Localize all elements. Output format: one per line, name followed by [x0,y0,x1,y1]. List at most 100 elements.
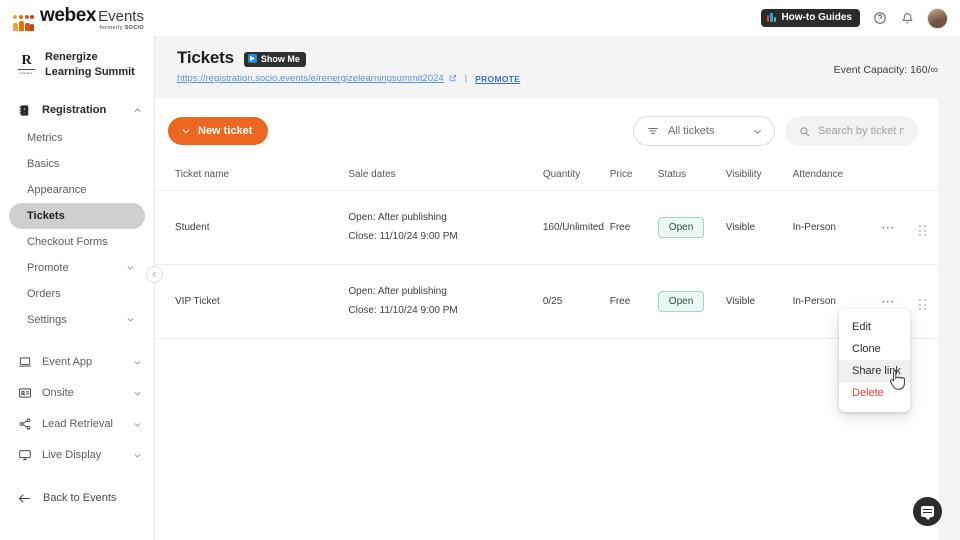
tickets-table-body: Student Open: After publishing Close: 11… [155,190,938,339]
sidebar-item-live-display[interactable]: Live Display [0,440,154,471]
sidebar-item-event-app[interactable]: Event App [0,347,154,378]
sidebar-item-label: Lead Retrieval [42,418,113,431]
app-root: webex Events formerly SOCIO How-to Guides [0,0,960,540]
external-link-icon[interactable] [449,74,457,82]
registration-icon [17,103,32,118]
sidebar-item-label: Onsite [42,387,74,400]
tickets-table-head: Ticket name Sale dates Quantity Price St… [155,161,938,191]
page-header: Tickets ▶ Show Me https://registration.s… [155,36,960,98]
search-input[interactable] [818,125,904,137]
chevron-up-icon [133,106,142,115]
new-ticket-button[interactable]: New ticket [168,117,269,145]
chevron-down-icon [126,263,135,272]
sidebar-item-orders[interactable]: Orders [9,281,145,307]
chevron-down-icon [133,358,142,367]
cell-open-date: Open: After publishing [348,212,447,223]
cell-visibility: Visible [725,190,793,265]
cell-sale-dates: Open: After publishing Close: 11/10/24 9… [348,190,543,265]
sidebar-item-label: Live Display [42,449,102,462]
column-header-price: Price [609,169,633,180]
sidebar-item-tickets[interactable]: Tickets [9,202,145,229]
show-me-icon: ▶ [247,54,257,63]
share-nodes-icon [17,417,32,432]
logo-webex-text: webex [40,5,97,27]
badge-icon [17,386,32,401]
tickets-table: Ticket name Sale dates Quantity Price St… [155,161,938,339]
ticket-filter-select[interactable]: All tickets [633,116,775,146]
right-gutter [938,36,960,540]
sidebar-item-appearance[interactable]: Appearance [9,177,145,203]
chevron-down-icon [133,420,142,429]
promote-link[interactable]: PROMOTE [475,74,520,84]
logo-formerly-socio: formerly SOCIO [99,25,144,32]
page-title-row: Tickets ▶ Show Me [177,48,938,68]
sidebar-item-label: Orders [27,287,61,300]
cell-quantity: 0/25 [542,264,610,339]
context-menu-item-clone[interactable]: Clone [839,338,910,360]
cell-price: Free [609,190,658,265]
status-badge[interactable]: Open [657,217,705,238]
sidebar-item-label: Tickets [27,209,65,222]
cell-attendance: In-Person [792,190,870,265]
sidebar-back-label: Back to Events [43,492,117,505]
sidebar-group-label: Registration [42,104,107,117]
column-header-status: Status [657,169,687,180]
cell-close-date: Close: 11/10/24 9:00 PM [348,304,458,316]
laptop-icon [17,355,32,370]
top-bar: webex Events formerly SOCIO How-to Guides [0,0,960,36]
sidebar-item-checkout-forms[interactable]: Checkout Forms [9,229,145,255]
avatar[interactable] [927,7,948,29]
filter-lines-icon [647,125,659,137]
status-badge[interactable]: Open [657,291,705,312]
sidebar-back-to-events[interactable]: Back to Events [0,483,154,514]
event-logo-icon: R renergize [16,54,36,75]
event-logo-letter: R [21,53,31,69]
how-to-guides-label: How-to Guides [781,12,852,23]
sidebar-item-lead-retrieval[interactable]: Lead Retrieval [0,409,154,440]
sidebar-item-promote[interactable]: Promote [9,255,145,281]
table-row[interactable]: Student Open: After publishing Close: 11… [155,190,938,265]
cell-close-date: Close: 11/10/24 9:00 PM [348,230,458,242]
chevron-down-icon [133,389,142,398]
registration-url-link[interactable]: https://registration.socio.events/e/rene… [177,73,444,84]
page-url-row: https://registration.socio.events/e/rene… [177,73,938,84]
cell-actions: ⋯ [869,190,907,265]
sidebar-item-settings[interactable]: Settings [9,307,145,333]
context-menu-item-edit[interactable]: Edit [839,316,910,338]
webex-logo-mark-icon [13,14,35,31]
drag-handle-icon[interactable] [918,299,926,310]
column-header-ticket-name: Ticket name [175,169,230,180]
column-header-actions [870,161,907,191]
sidebar-item-onsite[interactable]: Onsite [0,378,154,409]
table-header-row: Ticket name Sale dates Quantity Price St… [155,161,938,191]
guides-bars-icon [766,13,777,22]
sidebar-item-metrics[interactable]: Metrics [9,125,145,151]
chevron-down-icon [752,126,763,137]
ellipsis-icon[interactable]: ⋯ [881,220,895,235]
sidebar-group-registration[interactable]: Registration [0,96,154,125]
sidebar-item-basics[interactable]: Basics [9,151,145,177]
ellipsis-icon[interactable]: ⋯ [881,294,895,309]
cell-ticket-name: VIP Ticket [155,264,349,339]
chat-bubble-button[interactable] [913,497,942,526]
sidebar-event[interactable]: R renergize Renergize Learning Summit [0,50,154,80]
show-me-button[interactable]: ▶ Show Me [243,51,306,67]
webex-events-logo[interactable]: webex Events formerly SOCIO [13,5,144,31]
how-to-guides-button[interactable]: How-to Guides [760,9,860,27]
mouse-cursor-icon [889,369,907,391]
sidebar-collapse-button[interactable] [146,266,163,283]
tickets-card: New ticket All tickets Search by ticket … [155,98,938,540]
help-circle-icon[interactable] [871,10,888,27]
search-icon [799,126,810,137]
logo-events-text: Events [98,8,144,26]
drag-handle-icon[interactable] [918,225,926,236]
chevron-down-icon [126,315,135,324]
table-row[interactable]: VIP Ticket Open: After publishing Close:… [155,264,938,339]
cell-visibility: Visible [725,264,793,339]
search-box[interactable] [785,116,918,146]
cell-ticket-name: Student [155,190,349,265]
monitor-icon [17,448,32,463]
cell-sale-dates: Open: After publishing Close: 11/10/24 9… [348,264,543,339]
cell-reorder [906,264,938,339]
bell-icon[interactable] [899,10,916,27]
